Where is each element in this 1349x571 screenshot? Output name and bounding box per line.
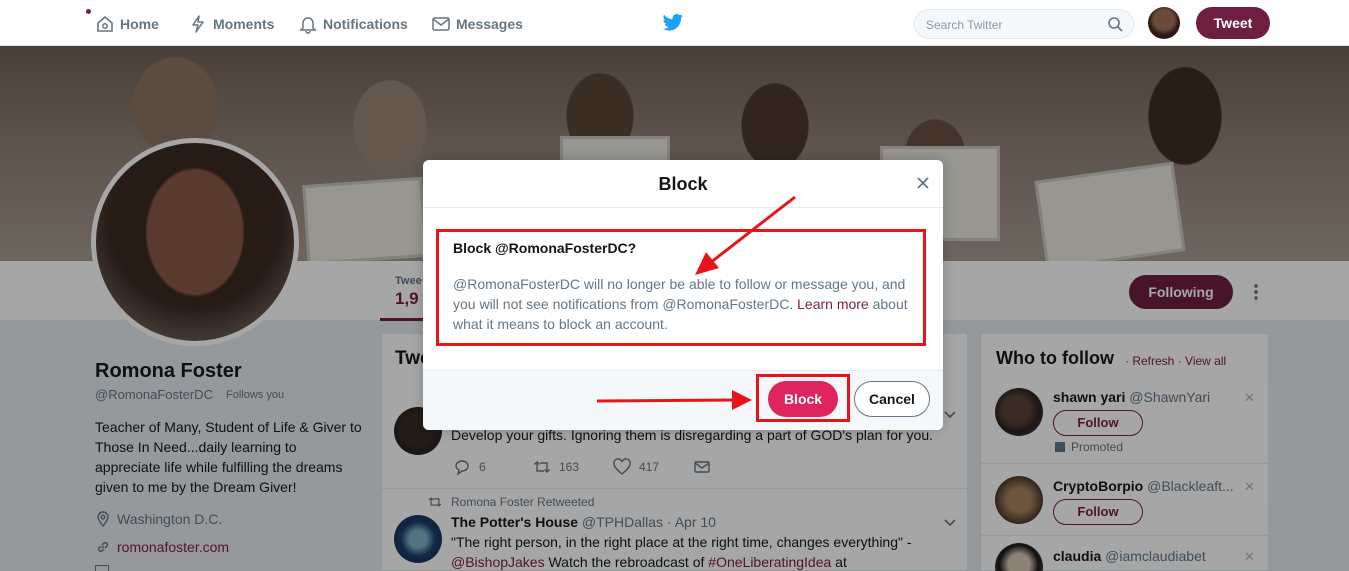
user-avatar[interactable] — [1148, 7, 1180, 39]
nav-notifications[interactable]: Notifications — [298, 14, 408, 34]
home-icon — [97, 15, 113, 32]
cancel-button[interactable]: Cancel — [854, 381, 930, 417]
nav-messages-label: Messages — [456, 16, 523, 32]
nav-notifications-label: Notifications — [323, 16, 408, 32]
notification-dot — [86, 9, 91, 14]
nav-moments[interactable]: Moments — [188, 14, 274, 34]
dialog-title: Block — [658, 174, 708, 194]
tweet-button[interactable]: Tweet — [1196, 7, 1270, 39]
nav-moments-label: Moments — [213, 16, 275, 32]
dialog-header: Block — [423, 160, 943, 208]
search-box[interactable]: Search Twitter — [914, 9, 1134, 39]
search-placeholder[interactable]: Search Twitter — [926, 18, 1002, 32]
nav-messages[interactable]: Messages — [431, 14, 523, 34]
bell-icon — [299, 17, 317, 34]
annotation-highlight-box — [436, 229, 926, 346]
nav-home-label: Home — [120, 16, 159, 32]
lightning-icon — [192, 15, 204, 33]
search-icon[interactable] — [1107, 16, 1123, 32]
nav-home[interactable]: Home — [95, 14, 159, 34]
close-icon[interactable] — [915, 175, 931, 191]
twitter-bird-icon[interactable] — [662, 13, 684, 33]
top-navigation: Home Moments Notifications Messages Sear… — [0, 0, 1349, 46]
envelope-icon — [432, 17, 450, 31]
annotation-highlight-box — [756, 374, 850, 422]
